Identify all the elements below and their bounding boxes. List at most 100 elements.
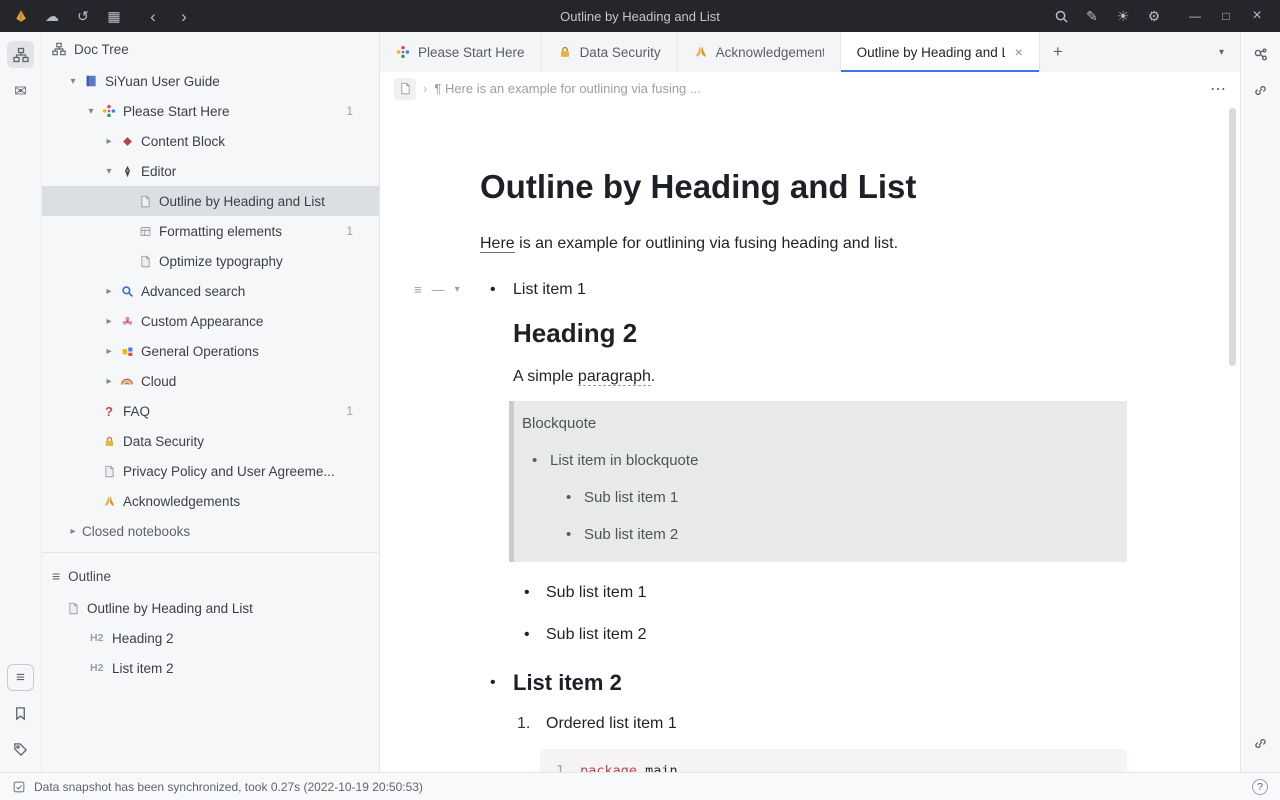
heading-2[interactable]: Heading 2 bbox=[513, 317, 1130, 350]
tree-row-general-operations[interactable]: ▸ General Operations bbox=[42, 336, 379, 366]
document-title[interactable]: Outline by Heading and List bbox=[480, 165, 1130, 209]
tree-label: Cloud bbox=[141, 374, 176, 389]
theme-icon[interactable]: ☀ bbox=[1114, 7, 1132, 25]
sub-list-item[interactable]: • Sub list item 2 bbox=[524, 624, 1130, 646]
tree-row-please-start-here[interactable]: ▾ Please Start Here 1 bbox=[42, 96, 379, 126]
chevron-right-icon[interactable]: ▸ bbox=[100, 316, 118, 327]
virtual-ref[interactable]: paragraph bbox=[578, 368, 651, 386]
doc-tree-header: Doc Tree bbox=[42, 32, 379, 66]
more-menu-icon[interactable]: ⋯ bbox=[1210, 79, 1226, 99]
sidebar: Doc Tree ▾ SiYuan User Guide ▾ Please St… bbox=[42, 32, 380, 772]
chevron-right-icon[interactable]: ▸ bbox=[100, 136, 118, 147]
maximize-button[interactable]: □ bbox=[1217, 7, 1235, 25]
blockquote[interactable]: Blockquote • List item in blockquote • S… bbox=[509, 401, 1127, 562]
history-icon[interactable]: ↺ bbox=[74, 7, 92, 25]
list-item-2-heading[interactable]: List item 2 bbox=[513, 668, 1130, 697]
dock-link-icon[interactable] bbox=[1247, 730, 1274, 757]
doc-file-icon bbox=[136, 253, 154, 269]
doc-tree-icon bbox=[52, 42, 66, 56]
tab-data-security[interactable]: Data Security bbox=[542, 32, 678, 72]
tree-row-privacy-policy[interactable]: Privacy Policy and User Agreeme... bbox=[42, 456, 379, 486]
dock-outline-icon[interactable]: ≡ bbox=[7, 664, 34, 691]
minimize-button[interactable]: — bbox=[1186, 7, 1204, 25]
ordered-list-item[interactable]: 1. Ordered list item 1 bbox=[517, 713, 1130, 735]
outline-item-doc[interactable]: Outline by Heading and List bbox=[42, 593, 379, 623]
dock-graph-icon[interactable] bbox=[1247, 41, 1274, 68]
code-line-number: 1 bbox=[556, 763, 564, 772]
list-item-2-block[interactable]: • List item 2 1. Ordered list item 1 1pa… bbox=[480, 668, 1130, 772]
tree-row-acknowledgements[interactable]: Acknowledgements bbox=[42, 486, 379, 516]
edit-mode-icon[interactable]: ✎ bbox=[1083, 7, 1101, 25]
tree-row-optimize-typography[interactable]: Optimize typography bbox=[42, 246, 379, 276]
tree-row-data-security[interactable]: Data Security bbox=[42, 426, 379, 456]
tab-list-chevron-icon[interactable]: ▾ bbox=[1219, 47, 1240, 58]
tree-row-closed-notebooks[interactable]: ▸ Closed notebooks bbox=[42, 516, 379, 546]
blockquote-list-item[interactable]: • List item in blockquote bbox=[524, 450, 1111, 471]
chevron-down-icon[interactable]: ▾ bbox=[100, 166, 118, 177]
tab-acknowledgements[interactable]: Acknowledgements bbox=[678, 32, 841, 72]
dock-tag-icon[interactable] bbox=[7, 736, 34, 763]
bullet-icon: • bbox=[524, 624, 546, 646]
list-gutter-icon[interactable]: ≡ bbox=[414, 280, 422, 300]
forward-icon[interactable]: › bbox=[175, 7, 193, 25]
doc-file-icon bbox=[136, 193, 154, 209]
editor-scrollbar[interactable] bbox=[1229, 108, 1236, 366]
block-ref-link[interactable]: Here bbox=[480, 235, 515, 253]
tree-row-editor[interactable]: ▾ Editor bbox=[42, 156, 379, 186]
chevron-right-icon[interactable]: ▸ bbox=[100, 286, 118, 297]
new-tab-button[interactable]: + bbox=[1040, 42, 1076, 62]
outline-item-heading2[interactable]: H2 Heading 2 bbox=[42, 623, 379, 653]
cloud-sync-icon[interactable]: ☁ bbox=[43, 7, 61, 25]
editor-pane[interactable]: Outline by Heading and List Here is an e… bbox=[380, 105, 1240, 772]
tree-row-formatting-elements[interactable]: Formatting elements 1 bbox=[42, 216, 379, 246]
snapshot-icon bbox=[12, 780, 26, 794]
close-tab-icon[interactable]: × bbox=[1015, 44, 1023, 60]
dock-doc-tree-icon[interactable] bbox=[7, 41, 34, 68]
siyuan-logo-icon[interactable] bbox=[12, 7, 30, 25]
tree-row-custom-appearance[interactable]: ▸ Custom Appearance bbox=[42, 306, 379, 336]
tree-row-notebook[interactable]: ▾ SiYuan User Guide bbox=[42, 66, 379, 96]
settings-gear-icon[interactable]: ⚙ bbox=[1145, 7, 1163, 25]
tree-row-faq[interactable]: ? FAQ 1 bbox=[42, 396, 379, 426]
blockquote-sub-item[interactable]: • Sub list item 1 bbox=[558, 487, 1111, 508]
list-item-1-text[interactable]: List item 1 bbox=[513, 279, 1130, 301]
help-icon[interactable]: ? bbox=[1252, 779, 1268, 795]
code-block[interactable]: 1package main bbox=[540, 749, 1127, 772]
tree-row-cloud[interactable]: ▸ Cloud bbox=[42, 366, 379, 396]
outline-item-list-item-2[interactable]: H2 List item 2 bbox=[42, 653, 379, 683]
chevron-right-icon[interactable]: ▸ bbox=[64, 526, 82, 537]
bullet-icon: • bbox=[524, 582, 546, 604]
tree-row-outline-by-heading-and-list[interactable]: Outline by Heading and List bbox=[42, 186, 379, 216]
subdoc-count: 1 bbox=[346, 104, 379, 118]
bullet-icon: • bbox=[490, 668, 513, 772]
sub-list-item[interactable]: • Sub list item 1 bbox=[524, 582, 1130, 604]
breadcrumb-segment[interactable]: ¶ Here is an example for outlining via f… bbox=[434, 81, 700, 96]
dock-bookmark-icon[interactable] bbox=[7, 700, 34, 727]
collapse-gutter-icon[interactable]: ▾ bbox=[455, 280, 460, 300]
tab-outline-by-heading-and-list[interactable]: Outline by Heading and List × bbox=[841, 32, 1040, 72]
tree-row-content-block[interactable]: ▸ Content Block bbox=[42, 126, 379, 156]
chevron-down-icon[interactable]: ▾ bbox=[64, 76, 82, 87]
blockquote-text[interactable]: Blockquote bbox=[522, 413, 1111, 434]
chevron-down-icon[interactable]: ▾ bbox=[82, 106, 100, 117]
back-icon[interactable]: ‹ bbox=[144, 7, 162, 25]
dock-backlinks-icon[interactable] bbox=[1247, 77, 1274, 104]
intro-paragraph[interactable]: Here is an example for outlining via fus… bbox=[480, 233, 1130, 255]
simple-paragraph[interactable]: A simple paragraph. bbox=[513, 366, 1130, 388]
list-item-1-block[interactable]: ≡ — ▾ • List item 1 Heading 2 A simple p… bbox=[480, 279, 1130, 646]
drag-gutter-icon[interactable]: — bbox=[432, 280, 445, 300]
tab-bar: Please Start Here Data Security Acknowle… bbox=[380, 32, 1240, 72]
breadcrumb-doc-icon[interactable] bbox=[394, 78, 416, 100]
tab-please-start-here[interactable]: Please Start Here bbox=[380, 32, 542, 72]
doc-tree-title: Doc Tree bbox=[74, 42, 129, 57]
tree-row-advanced-search[interactable]: ▸ Advanced search bbox=[42, 276, 379, 306]
chevron-right-icon[interactable]: ▸ bbox=[100, 346, 118, 357]
blockquote-sub-item[interactable]: • Sub list item 2 bbox=[558, 524, 1111, 545]
chevron-right-icon[interactable]: ▸ bbox=[100, 376, 118, 387]
tree-label: Closed notebooks bbox=[82, 524, 190, 539]
daily-note-icon[interactable]: ▦ bbox=[105, 7, 123, 25]
breadcrumb-separator: › bbox=[423, 81, 427, 96]
close-button[interactable]: × bbox=[1248, 7, 1266, 25]
dock-inbox-icon[interactable]: ✉ bbox=[7, 77, 34, 104]
search-icon[interactable] bbox=[1052, 7, 1070, 25]
